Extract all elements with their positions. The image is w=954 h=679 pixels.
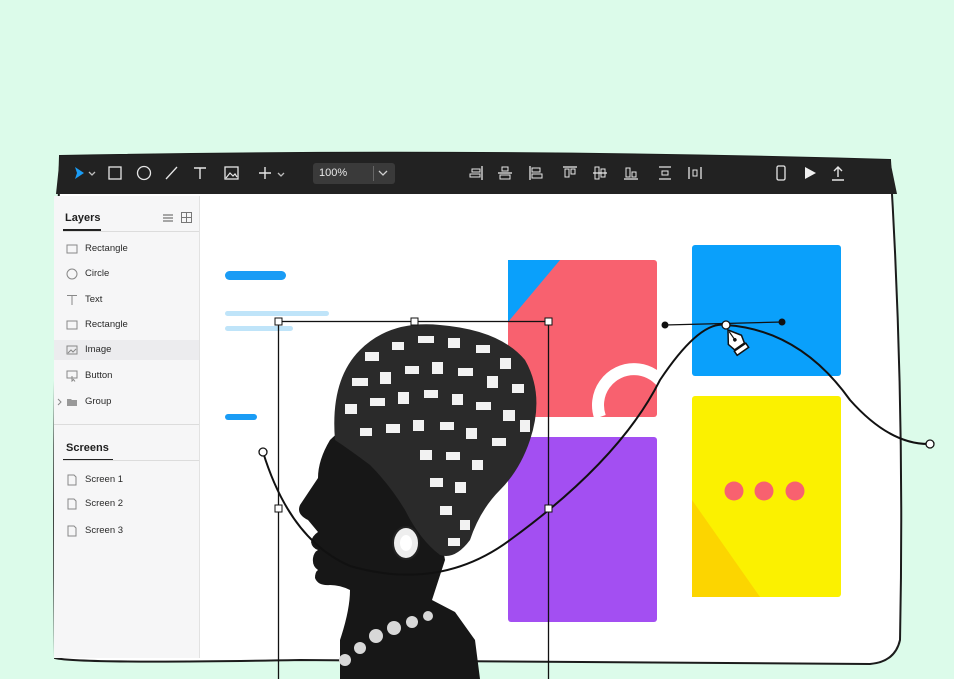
resize-handle[interactable]	[544, 317, 553, 326]
bezier-control-point[interactable]	[661, 321, 669, 329]
placeholder-text-line	[225, 311, 329, 316]
placeholder-text-line	[225, 326, 293, 331]
anchor-point[interactable]	[925, 439, 935, 449]
purple-card[interactable]	[508, 437, 657, 622]
dot	[754, 481, 774, 501]
dot	[724, 481, 744, 501]
resize-handle[interactable]	[410, 317, 419, 326]
design-canvas[interactable]	[0, 0, 954, 679]
resize-handle[interactable]	[274, 504, 283, 513]
portrait-image[interactable]	[299, 324, 537, 679]
placeholder-heading-bar	[225, 271, 286, 280]
resize-handle[interactable]	[274, 317, 283, 326]
dot	[785, 481, 805, 501]
anchor-point[interactable]	[721, 320, 731, 330]
blue-card[interactable]	[692, 245, 841, 376]
resize-handle[interactable]	[544, 504, 553, 513]
placeholder-button-bar	[225, 414, 257, 420]
earring-center	[400, 535, 412, 551]
bezier-control-point[interactable]	[778, 318, 786, 326]
design-app: 100% Layers Rectangle Circle Text Rectan…	[0, 0, 954, 679]
anchor-point[interactable]	[258, 447, 268, 457]
yellow-card[interactable]	[692, 396, 841, 597]
